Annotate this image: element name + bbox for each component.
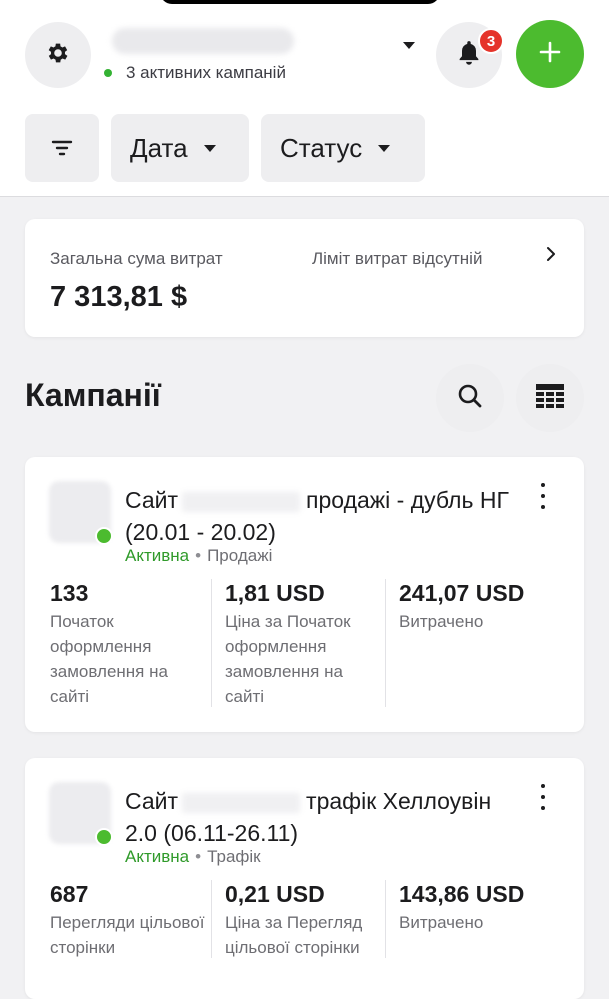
metric-cost-per-result: 0,21 USD Ціна за Перегляд цільової сторі… bbox=[211, 880, 385, 958]
table-columns-icon bbox=[535, 383, 565, 414]
status-separator: • bbox=[195, 847, 202, 866]
device-notch bbox=[160, 0, 440, 4]
active-campaigns-status: 3 активних кампаній bbox=[104, 63, 286, 83]
metric-spent: 143,86 USD Витрачено bbox=[385, 880, 584, 958]
active-campaigns-text: 3 активних кампаній bbox=[126, 63, 286, 82]
metric-value: 1,81 USD bbox=[225, 580, 325, 606]
campaign-metrics: 687 Перегляди цільової сторінки 0,21 USD… bbox=[25, 880, 584, 958]
gear-icon bbox=[45, 40, 71, 71]
campaign-category: Продажі bbox=[207, 546, 273, 565]
metric-value: 133 bbox=[50, 580, 89, 606]
metric-value: 143,86 USD bbox=[399, 881, 525, 907]
campaign-card[interactable]: Сайт продажі - дубль НГ (20.01 - 20.02) А… bbox=[25, 457, 584, 732]
active-dot-icon bbox=[95, 527, 113, 545]
campaign-title[interactable]: Сайт продажі - дубль НГ (20.01 - 20.02) bbox=[125, 484, 525, 548]
campaign-title-suffix: трафік Хеллоувін 2.0 (06.11-26.11) bbox=[125, 788, 492, 846]
campaign-title[interactable]: Сайт трафік Хеллоувін 2.0 (06.11-26.11) bbox=[125, 785, 525, 849]
filter-button[interactable] bbox=[25, 114, 99, 182]
notifications-badge: 3 bbox=[478, 28, 504, 54]
search-button[interactable] bbox=[436, 364, 504, 432]
date-filter-label: Дата bbox=[130, 132, 188, 163]
metric-value: 241,07 USD bbox=[399, 580, 525, 606]
status-separator: • bbox=[195, 546, 202, 565]
metric-value: 687 bbox=[50, 881, 89, 907]
redacted-text bbox=[182, 491, 301, 512]
metric-results: 133 Початок оформлення замовлення на сай… bbox=[25, 579, 211, 707]
columns-button[interactable] bbox=[516, 364, 584, 432]
date-filter-dropdown[interactable]: Дата bbox=[111, 114, 249, 182]
campaign-status: Активна • Продажі bbox=[125, 546, 272, 566]
chevron-down-icon bbox=[378, 144, 391, 152]
campaign-card[interactable]: Сайт трафік Хеллоувін 2.0 (06.11-26.11) А… bbox=[25, 758, 584, 999]
status-filter-label: Статус bbox=[280, 132, 363, 163]
account-dropdown-icon[interactable] bbox=[402, 38, 416, 56]
status-label: Активна bbox=[125, 847, 190, 866]
redacted-text bbox=[182, 792, 301, 813]
total-spend-value: 7 313,81 $ bbox=[50, 281, 188, 313]
metric-results: 687 Перегляди цільової сторінки bbox=[25, 880, 211, 958]
spend-limit-label: Ліміт витрат відсутній bbox=[312, 249, 483, 268]
chevron-down-icon bbox=[203, 144, 216, 152]
active-dot-icon bbox=[95, 828, 113, 846]
plus-icon bbox=[538, 40, 562, 69]
campaign-title-prefix: Сайт bbox=[125, 788, 179, 814]
search-icon bbox=[456, 382, 484, 415]
campaigns-title: Кампанії bbox=[25, 377, 161, 413]
status-label: Активна bbox=[125, 546, 190, 565]
metric-spent: 241,07 USD Витрачено bbox=[385, 579, 584, 707]
campaign-status: Активна • Трафік bbox=[125, 847, 261, 867]
add-campaign-button[interactable] bbox=[516, 20, 584, 88]
chevron-right-icon[interactable] bbox=[545, 245, 557, 268]
metric-label: Ціна за Перегляд цільової сторінки bbox=[225, 913, 363, 957]
more-options-icon[interactable] bbox=[531, 483, 555, 509]
metric-label: Витрачено bbox=[399, 913, 484, 932]
active-dot-icon bbox=[104, 69, 112, 77]
total-spend-label: Загальна сума витрат bbox=[50, 249, 223, 268]
metric-label: Ціна за Початок оформлення замовлення на… bbox=[225, 612, 351, 706]
settings-button[interactable] bbox=[25, 22, 91, 88]
status-filter-dropdown[interactable]: Статус bbox=[261, 114, 425, 182]
more-options-icon[interactable] bbox=[531, 784, 555, 810]
metric-label: Витрачено bbox=[399, 612, 484, 631]
campaign-metrics: 133 Початок оформлення замовлення на сай… bbox=[25, 579, 584, 707]
campaign-title-prefix: Сайт bbox=[125, 487, 179, 513]
campaign-category: Трафік bbox=[207, 847, 261, 866]
metric-label: Початок оформлення замовлення на сайті bbox=[50, 612, 168, 706]
filter-icon bbox=[51, 133, 73, 164]
metric-label: Перегляди цільової сторінки bbox=[50, 913, 205, 957]
metric-value: 0,21 USD bbox=[225, 881, 325, 907]
spend-summary-card[interactable]: Загальна сума витрат Ліміт витрат відсут… bbox=[25, 219, 584, 337]
metric-cost-per-result: 1,81 USD Ціна за Початок оформлення замо… bbox=[211, 579, 385, 707]
account-name-redacted[interactable] bbox=[112, 28, 294, 54]
